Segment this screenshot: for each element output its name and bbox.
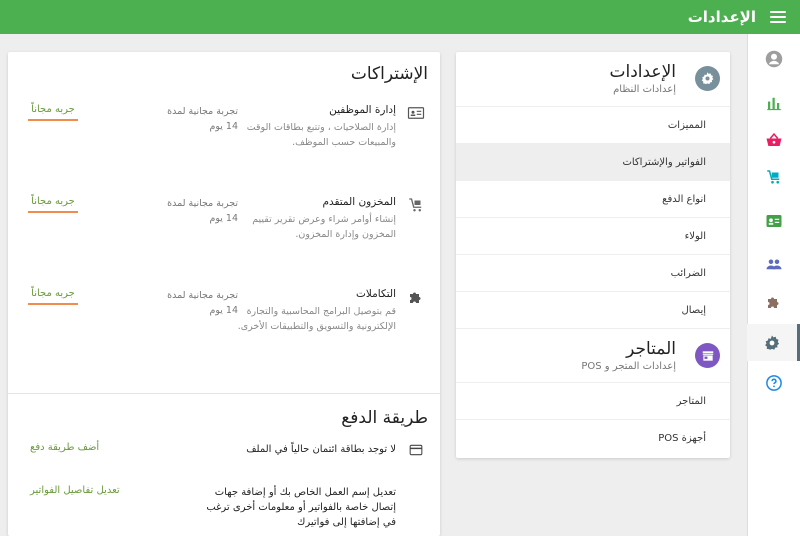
page-title: الإعدادات [687,8,756,26]
top-app-bar: الإعدادات [0,0,800,34]
subscription-name: التكاملات [355,288,396,300]
basket-icon [766,132,781,146]
rail-item-inventory[interactable] [747,158,800,195]
store-settings-header: المتاجر إعدادات المتجر و POS [456,328,730,382]
nav-item-taxes[interactable]: الضرائب [456,254,730,291]
billing-panel: الإشتراكات إدارة الموظفين إدارة الصلاحيا… [8,52,440,536]
settings-panel: الإعدادات إعدادات النظام المميزات الفوات… [456,52,730,458]
section-divider [8,393,440,394]
rail-item-settings[interactable] [747,324,800,361]
people-icon [766,259,781,269]
bar-chart-icon [766,97,781,110]
rail-item-customers[interactable] [747,245,800,282]
id-card-icon [406,104,426,122]
subscription-trial-text: تجربة مجانية لمدة 14 يوم [167,290,238,316]
subscription-description: قم بتوصيل البرامج المحاسبية والتجارة الإ… [237,306,396,332]
puzzle-icon [406,288,426,306]
rail-item-profile[interactable] [747,40,800,77]
cart-icon [406,196,426,214]
rail-item-help[interactable] [747,364,800,401]
rail-item-sales[interactable] [747,121,800,158]
system-settings-header: الإعدادات إعدادات النظام [456,52,730,106]
no-card-text: لا توجد بطاقة ائتمان حالياً في الملف [246,444,396,455]
subscriptions-title: الإشتراكات [350,64,428,84]
system-settings-subtitle: إعدادات النظام [613,84,676,95]
nav-item-billing[interactable]: الفواتير والإشتراكات [456,143,730,180]
id-card-icon [766,214,781,227]
subscription-description: إنشاء أوامر شراء وعرض تقرير تقييم المخزو… [252,214,396,240]
subscription-name: إدارة الموظفين [329,104,396,116]
rail-item-integrations[interactable] [747,283,800,320]
try-free-button[interactable]: جربه مجاناً [28,104,78,121]
cart-icon [766,169,779,184]
subscription-name: المخزون المتقدم [322,196,396,208]
puzzle-icon [767,297,778,308]
credit-card-icon [406,442,426,458]
nav-item-receipt[interactable]: إيصال [456,291,730,328]
store-settings-title: المتاجر [626,339,676,359]
store-settings-subtitle: إعدادات المتجر و POS [581,361,676,372]
nav-item-loyalty[interactable]: الولاء [456,217,730,254]
menu-icon[interactable] [770,11,786,23]
side-rail [747,34,800,536]
subscription-trial-text: تجربة مجانية لمدة 14 يوم [167,198,238,224]
edit-billing-details-link[interactable]: تعديل تفاصيل الفواتير [30,485,120,496]
rail-item-reports[interactable] [747,84,800,121]
nav-item-payment-types[interactable]: انواع الدفع [456,180,730,217]
system-settings-title: الإعدادات [609,62,676,82]
store-icon [695,343,720,368]
gear-icon [765,335,780,350]
help-icon [765,374,782,391]
payment-method-title: طريقة الدفع [341,408,428,428]
gear-icon [695,66,720,91]
user-circle-icon [765,50,782,67]
subscription-advanced-inventory: المخزون المتقدم إنشاء أوامر شراء وعرض تق… [8,196,440,286]
subscription-trial-text: تجربة مجانية لمدة 14 يوم [167,106,238,132]
try-free-button[interactable]: جربه مجاناً [28,288,78,305]
subscription-description: إدارة الصلاحيات ، وتتبع بطاقات الوقت وال… [246,122,396,148]
nav-item-pos-devices[interactable]: أجهزة POS [456,419,730,456]
billing-details-text: تعديل إسم العمل الخاص بك أو إضافة جهات إ… [206,487,396,528]
rail-item-employees[interactable] [747,202,800,239]
add-payment-method-link[interactable]: أضف طريقة دفع [30,442,99,453]
subscription-integrations: التكاملات قم بتوصيل البرامج المحاسبية وا… [8,288,440,378]
subscription-employee-management: إدارة الموظفين إدارة الصلاحيات ، وتتبع ب… [8,104,440,194]
try-free-button[interactable]: جربه مجاناً [28,196,78,213]
nav-item-stores[interactable]: المتاجر [456,382,730,419]
nav-item-features[interactable]: المميزات [456,106,730,143]
